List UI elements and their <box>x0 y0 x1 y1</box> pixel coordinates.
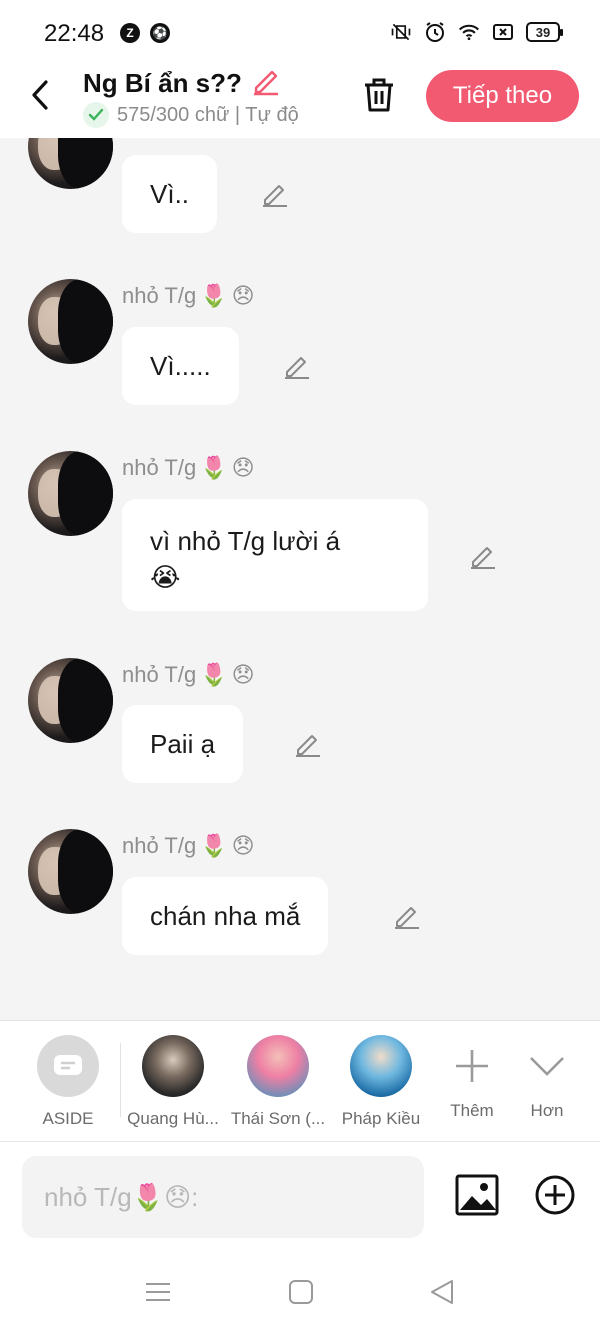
edit-message-button[interactable] <box>469 542 497 570</box>
sim-icon <box>492 21 514 43</box>
message-bubble[interactable]: Paii ạ <box>122 705 244 783</box>
status-bar: 22:48 Z ⚽ 39 <box>0 0 600 66</box>
character-name: ASIDE <box>42 1109 94 1128</box>
divider <box>120 1043 121 1117</box>
delete-button[interactable] <box>361 76 397 114</box>
sender-name: nhỏ T/g 🌷 😞 <box>122 662 255 687</box>
sender-name: nhỏ T/g 🌷 😞 <box>122 833 255 858</box>
pencil-icon <box>253 70 278 96</box>
message-bubble[interactable]: chán nha mắ <box>122 877 329 955</box>
word-count-text: 575/300 chữ | Tự độ <box>117 103 299 126</box>
pencil-icon <box>263 185 287 207</box>
system-navigation-bar <box>0 1252 600 1333</box>
title-row: Ng Bí ẩn s?? <box>83 66 282 101</box>
sender-avatar[interactable] <box>28 138 113 189</box>
composer-bar: nhỏ T/g🌷😞: <box>0 1142 600 1252</box>
sad-face-icon: 😞 <box>231 662 255 687</box>
plus-icon <box>441 1035 503 1097</box>
edit-title-button[interactable] <box>250 66 282 101</box>
vibrate-icon <box>390 21 412 43</box>
sad-face-icon: 😞 <box>231 455 255 480</box>
tulip-icon: 🌷 <box>200 283 228 308</box>
tulip-icon: 🌷 <box>200 662 228 687</box>
home-button[interactable] <box>287 1278 315 1306</box>
character-avatar <box>350 1035 412 1097</box>
message-bubble[interactable]: Vì.. <box>122 155 218 233</box>
character-thai-son[interactable]: Thái Sơn (... <box>230 1035 326 1129</box>
pencil-icon <box>296 735 320 757</box>
more-characters-button[interactable]: Hơn <box>499 1035 595 1121</box>
character-aside[interactable]: ASIDE <box>20 1035 116 1129</box>
message-input[interactable]: nhỏ T/g🌷😞: <box>22 1156 424 1238</box>
more-characters-label: Hơn <box>530 1101 564 1120</box>
crying-face-icon: 😭 <box>150 562 181 592</box>
trash-icon <box>365 78 393 112</box>
back-button[interactable] <box>26 78 56 112</box>
edit-message-button[interactable] <box>283 352 311 380</box>
sad-face-icon: 😞 <box>231 283 255 308</box>
tulip-icon: 🌷 <box>200 455 228 480</box>
pencil-icon <box>285 357 309 379</box>
status-time: 22:48 <box>44 20 105 47</box>
more-options-button[interactable] <box>534 1174 576 1216</box>
alarm-icon <box>424 21 446 43</box>
editor-header: Ng Bí ẩn s?? 575/300 chữ | Tự độ Tiếp th… <box>0 66 600 138</box>
word-count-row: 575/300 chữ | Tự độ <box>83 102 299 128</box>
chat-area[interactable]: Vì.. nhỏ T/g 🌷 😞 Vì..... nhỏ T/g 🌷 😞 vì … <box>0 138 600 1020</box>
message-text: vì nhỏ T/g lười á <box>150 526 341 556</box>
message-text: chán nha mắ <box>150 900 301 931</box>
edit-message-button[interactable] <box>393 902 421 930</box>
pencil-icon <box>395 907 419 929</box>
sender-avatar[interactable] <box>28 658 113 743</box>
aside-icon <box>37 1035 99 1097</box>
system-back-button[interactable] <box>428 1278 456 1306</box>
check-icon <box>83 102 109 128</box>
image-icon <box>455 1174 499 1216</box>
app-notification-icon: ⚽ <box>150 23 170 43</box>
sender-avatar[interactable] <box>28 279 113 364</box>
character-avatar <box>247 1035 309 1097</box>
zalo-icon: Z <box>120 23 140 43</box>
sender-name: nhỏ T/g 🌷 😞 <box>122 455 255 480</box>
recent-apps-button[interactable] <box>144 1278 172 1306</box>
sender-avatar[interactable] <box>28 451 113 536</box>
add-character-label: Thêm <box>450 1101 494 1120</box>
status-system-icons: 39 <box>390 21 563 43</box>
character-avatar <box>142 1035 204 1097</box>
chevron-down-icon <box>516 1035 578 1097</box>
battery-icon: 39 <box>526 22 563 42</box>
pencil-icon <box>471 547 495 569</box>
insert-image-button[interactable] <box>455 1174 499 1218</box>
character-quang-hu[interactable]: Quang Hù... <box>125 1035 221 1129</box>
next-button[interactable]: Tiếp theo <box>426 70 579 122</box>
menu-icon <box>146 1283 170 1301</box>
triangle-back-icon <box>431 1280 453 1304</box>
character-name: Quang Hù... <box>127 1109 219 1128</box>
chevron-left-icon <box>32 80 48 110</box>
plus-circle-icon <box>535 1175 575 1215</box>
message-bubble[interactable]: Vì..... <box>122 327 239 405</box>
story-title: Ng Bí ẩn s?? <box>83 68 242 98</box>
message-text: Paii ạ <box>150 728 216 759</box>
message-text: Vì.. <box>150 178 190 209</box>
sender-name: nhỏ T/g 🌷 😞 <box>122 283 255 308</box>
square-icon <box>289 1280 313 1304</box>
message-bubble[interactable]: vì nhỏ T/g lười á 😭 <box>122 499 428 611</box>
wifi-icon <box>458 21 480 43</box>
sender-avatar[interactable] <box>28 829 113 914</box>
character-name: Pháp Kiều <box>341 1109 421 1128</box>
edit-message-button[interactable] <box>294 730 322 758</box>
character-name: Thái Sơn (... <box>230 1109 326 1128</box>
edit-message-button[interactable] <box>261 180 289 208</box>
tulip-icon: 🌷 <box>200 833 228 858</box>
sad-face-icon: 😞 <box>231 833 255 858</box>
character-phap-kieu[interactable]: Pháp Kiều <box>333 1035 429 1129</box>
status-notification-icons: Z ⚽ <box>120 23 170 43</box>
message-text: Vì..... <box>150 350 211 381</box>
character-selector: ASIDE Quang Hù... Thái Sơn (... Pháp Kiề… <box>0 1020 600 1142</box>
